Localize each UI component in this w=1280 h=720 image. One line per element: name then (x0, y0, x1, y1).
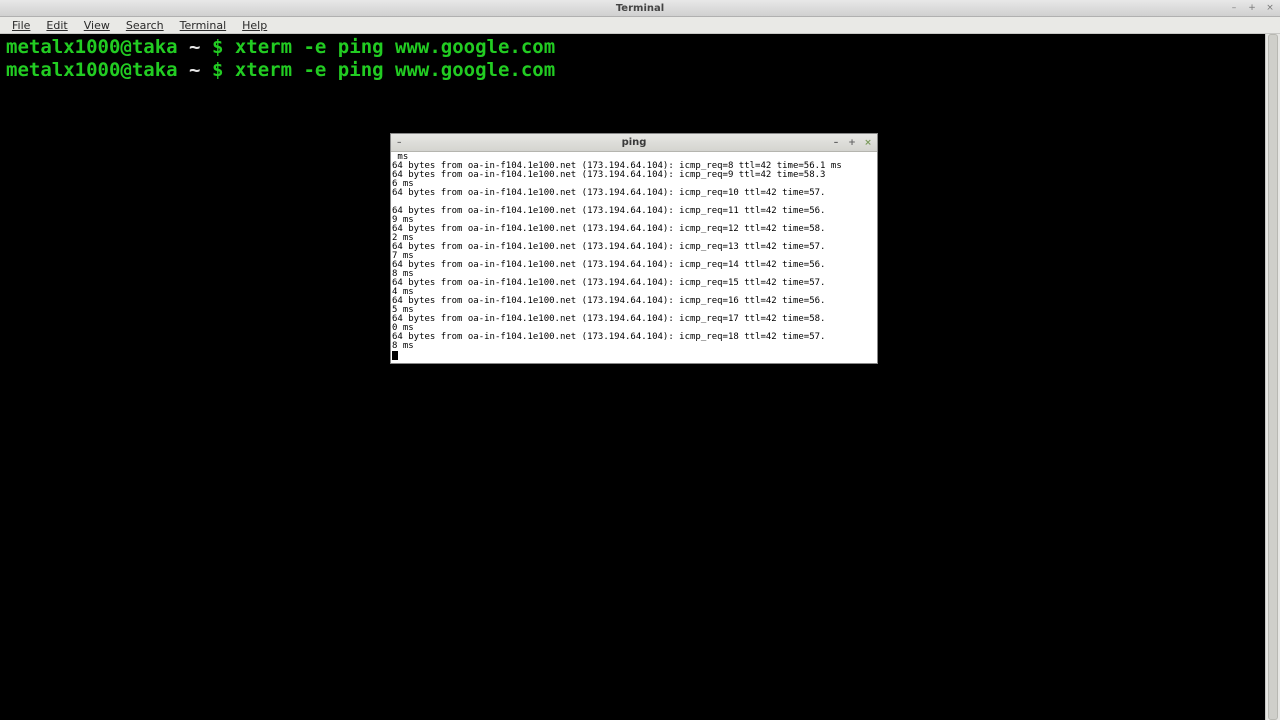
main-window-titlebar[interactable]: Terminal – + × (0, 0, 1280, 17)
xterm-title: ping (622, 137, 647, 148)
maximize-button[interactable]: + (1246, 3, 1258, 13)
main-window-title: Terminal (616, 3, 664, 14)
menubar: File Edit View Search Terminal Help (0, 17, 1280, 34)
xterm-window[interactable]: – ping – + × ms 64 bytes from oa-in-f104… (390, 133, 878, 364)
xterm-menu-icon[interactable]: – (397, 138, 402, 148)
close-button[interactable]: × (1264, 3, 1276, 13)
xterm-window-controls: – + × (831, 138, 873, 148)
main-window-controls: – + × (1228, 3, 1276, 13)
menu-view[interactable]: View (76, 19, 118, 32)
scrollbar-thumb[interactable] (1268, 34, 1278, 720)
xterm-cursor (392, 351, 398, 360)
xterm-close-button[interactable]: × (863, 138, 873, 148)
menu-terminal[interactable]: Terminal (172, 19, 235, 32)
xterm-output: ms 64 bytes from oa-in-f104.1e100.net (1… (391, 152, 877, 363)
xterm-titlebar[interactable]: – ping – + × (391, 134, 877, 152)
menu-search[interactable]: Search (118, 19, 172, 32)
xterm-minimize-button[interactable]: – (831, 138, 841, 148)
terminal-scrollbar[interactable] (1265, 34, 1280, 720)
menu-edit[interactable]: Edit (38, 19, 75, 32)
xterm-maximize-button[interactable]: + (847, 138, 857, 148)
menu-help[interactable]: Help (234, 19, 275, 32)
terminal-text: metalx1000@taka ~ $ xterm -e ping www.go… (0, 34, 1280, 84)
minimize-button[interactable]: – (1228, 3, 1240, 13)
menu-file[interactable]: File (4, 19, 38, 32)
